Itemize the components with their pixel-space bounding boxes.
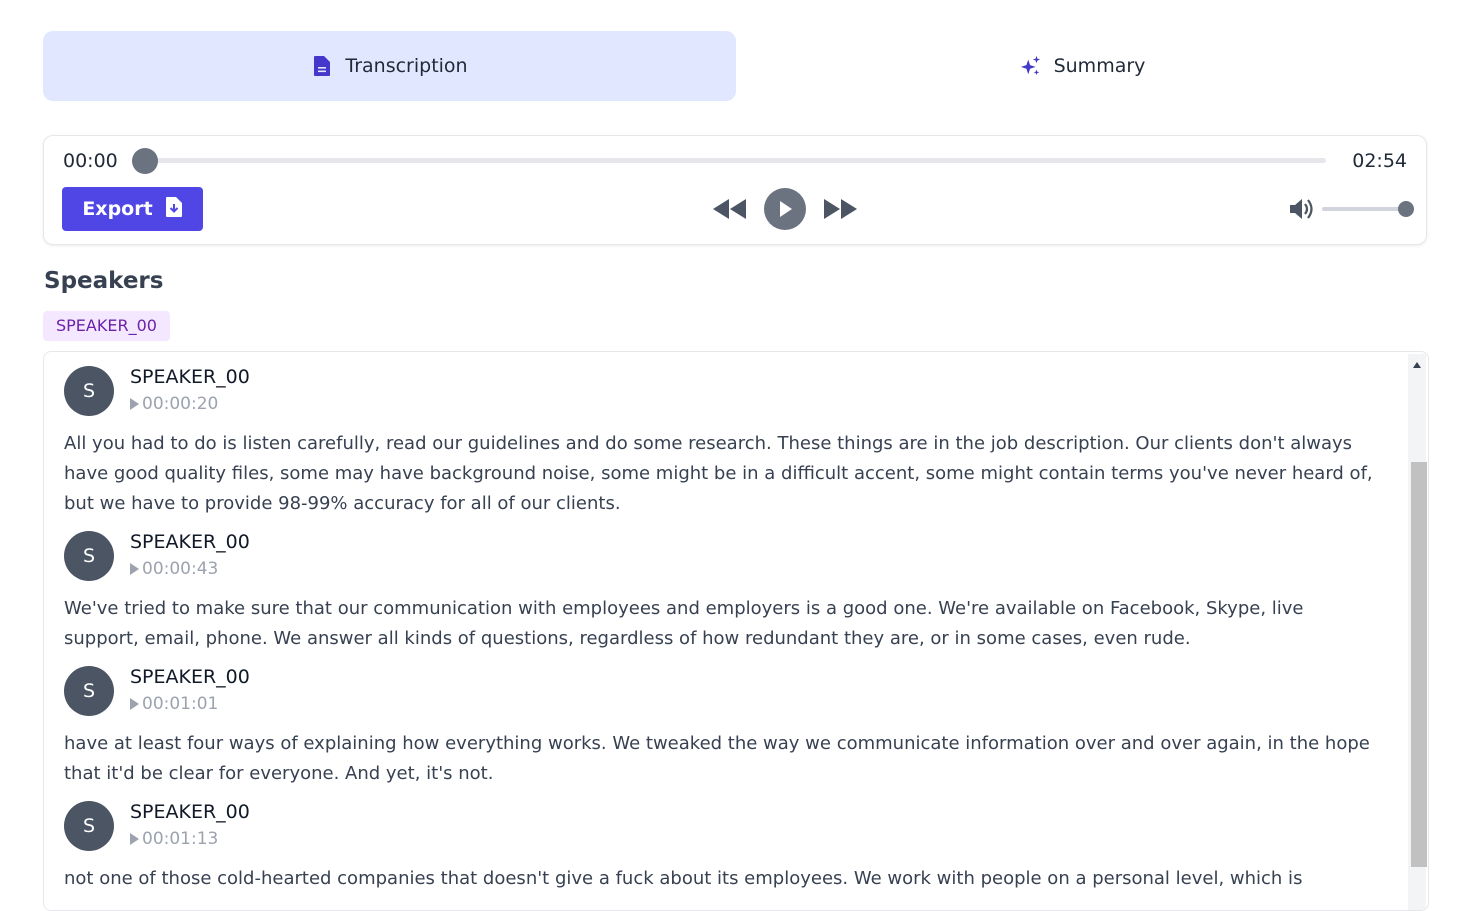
current-time: 00:00: [63, 150, 118, 172]
audio-player: 00:00 02:54 Export: [43, 135, 1427, 245]
avatar: S: [64, 366, 114, 416]
timestamp: 00:00:43: [142, 559, 219, 579]
tab-transcription-label: Transcription: [345, 55, 468, 77]
tab-transcription[interactable]: Transcription: [43, 31, 736, 101]
timestamp-link[interactable]: 00:01:01: [130, 694, 218, 714]
sparkles-icon: [1020, 55, 1042, 77]
export-label: Export: [82, 198, 153, 220]
transcript-text: have at least four ways of explaining ho…: [64, 733, 1370, 784]
seek-bar[interactable]: [144, 158, 1326, 163]
duration: 02:54: [1352, 150, 1407, 172]
avatar: S: [64, 801, 114, 851]
speaker-name: SPEAKER_00: [130, 531, 250, 553]
rewind-icon[interactable]: [712, 197, 748, 221]
transcript-text: We've tried to make sure that our commun…: [64, 598, 1304, 649]
avatar: S: [64, 666, 114, 716]
speaker-chip[interactable]: SPEAKER_00: [43, 311, 170, 341]
scrollbar-thumb[interactable]: [1411, 462, 1427, 867]
transcript-panel[interactable]: S SPEAKER_00 00:00:20 All you had to do …: [43, 351, 1429, 911]
play-small-icon: [130, 563, 139, 575]
fast-forward-icon[interactable]: [822, 197, 858, 221]
play-button[interactable]: [764, 188, 806, 230]
speaker-name: SPEAKER_00: [130, 666, 250, 688]
timestamp: 00:01:13: [142, 829, 219, 849]
document-icon: [311, 55, 333, 77]
scroll-up-arrow-icon[interactable]: [1413, 362, 1421, 368]
transcript-text: not one of those cold-hearted companies …: [64, 868, 1303, 889]
speakers-heading: Speakers: [44, 268, 164, 294]
file-download-icon: [165, 196, 183, 222]
tab-summary-label: Summary: [1053, 55, 1146, 77]
speaker-name: SPEAKER_00: [130, 801, 250, 823]
view-tabs: Transcription Summary: [43, 31, 1429, 101]
timestamp: 00:00:20: [142, 394, 219, 414]
play-icon: [780, 201, 792, 217]
timestamp-link[interactable]: 00:00:43: [130, 559, 218, 579]
timestamp: 00:01:01: [142, 694, 219, 714]
tab-summary[interactable]: Summary: [736, 31, 1429, 101]
volume-slider[interactable]: [1322, 207, 1406, 211]
export-button[interactable]: Export: [62, 187, 203, 231]
scrollbar[interactable]: [1408, 354, 1427, 910]
transcript-text: All you had to do is listen carefully, r…: [64, 433, 1373, 514]
volume-handle[interactable]: [1398, 201, 1414, 217]
speaker-name: SPEAKER_00: [130, 366, 250, 388]
avatar: S: [64, 531, 114, 581]
timestamp-link[interactable]: 00:00:20: [130, 394, 218, 414]
play-small-icon: [130, 398, 139, 410]
volume-icon[interactable]: [1288, 196, 1316, 226]
play-small-icon: [130, 698, 139, 710]
seek-handle[interactable]: [132, 148, 158, 174]
timestamp-link[interactable]: 00:01:13: [130, 829, 218, 849]
playback-controls: [712, 188, 858, 230]
play-small-icon: [130, 833, 139, 845]
